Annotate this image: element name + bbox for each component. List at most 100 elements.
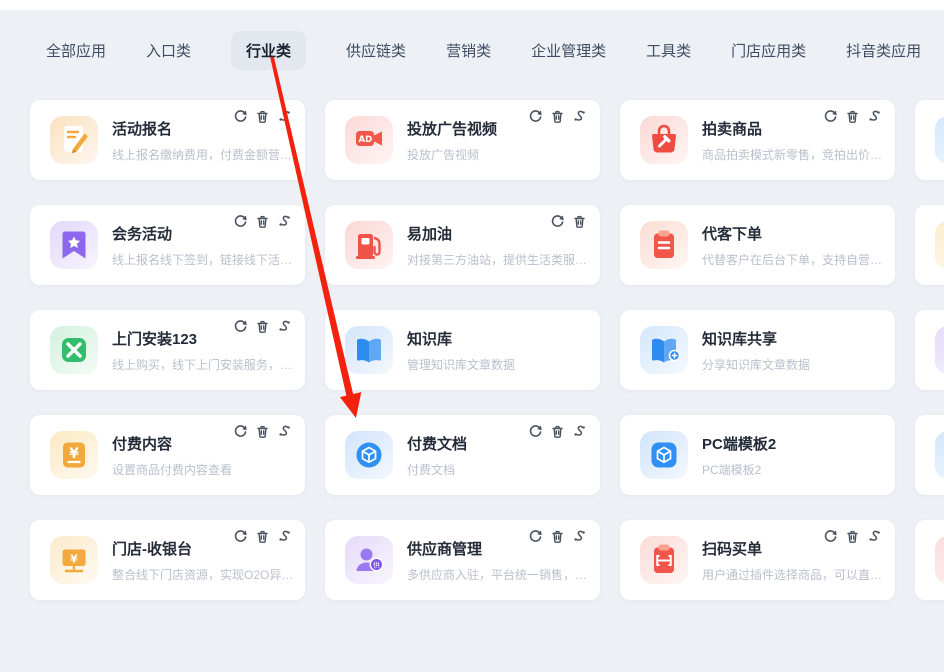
app-card-partial[interactable]: [915, 205, 944, 285]
app-card-title: PC端模板2: [702, 433, 776, 454]
app-card-desc: 设置商品付费内容查看: [112, 461, 232, 478]
app-card[interactable]: 拍卖商品商品拍卖模式新零售，竞拍出价得...: [620, 100, 895, 180]
link-icon[interactable]: [277, 424, 292, 439]
svg-text:AD: AD: [359, 135, 373, 145]
trash-icon[interactable]: [255, 424, 270, 439]
refresh-icon[interactable]: [233, 109, 248, 124]
app-card[interactable]: AD投放广告视频投放广告视频: [325, 100, 600, 180]
app-card-desc: 用户通过插件选择商品，可以直接...: [702, 566, 885, 583]
app-card-partial[interactable]: [915, 415, 944, 495]
bookmark-star-icon: [50, 221, 98, 269]
app-card[interactable]: 代客下单代替客户在后台下单，支持自营，...: [620, 205, 895, 285]
tab-5[interactable]: 营销类: [446, 31, 491, 70]
cube-circle-icon: [345, 431, 393, 479]
app-card[interactable]: 付费文档付费文档: [325, 415, 600, 495]
app-icon-tile: [640, 326, 688, 374]
tab-3-active[interactable]: 行业类: [231, 31, 306, 70]
auction-bag-icon: [640, 116, 688, 164]
refresh-icon[interactable]: [528, 109, 543, 124]
trash-icon[interactable]: [845, 529, 860, 544]
app-card-partial[interactable]: [915, 310, 944, 390]
app-card[interactable]: 上门安装123线上购买，线下上门安装服务，核...: [30, 310, 305, 390]
refresh-icon[interactable]: [233, 214, 248, 229]
link-icon[interactable]: [867, 109, 882, 124]
card-action-bar: [233, 319, 292, 334]
svg-text:供: 供: [373, 560, 380, 569]
trash-icon[interactable]: [255, 214, 270, 229]
app-icon-tile: [640, 536, 688, 584]
trash-icon[interactable]: [572, 214, 587, 229]
app-icon-tile: [640, 116, 688, 164]
app-card-title: 付费内容: [112, 433, 232, 454]
app-grid: 活动报名线上报名缴纳费用，付费金额营销...AD投放广告视频投放广告视频拍卖商品…: [30, 100, 944, 600]
app-card-partial[interactable]: [915, 520, 944, 600]
app-card-desc: 付费文档: [407, 461, 467, 478]
app-card[interactable]: 供供应商管理多供应商入驻，平台统一销售，商...: [325, 520, 600, 600]
app-card[interactable]: 知识库管理知识库文章数据: [325, 310, 600, 390]
app-icon-tile: ¥: [50, 536, 98, 584]
app-card-desc: 投放广告视频: [407, 146, 497, 163]
app-icon-tile: [50, 326, 98, 374]
link-icon[interactable]: [277, 214, 292, 229]
tab-9[interactable]: 抖音类应用: [846, 31, 921, 70]
refresh-icon[interactable]: [823, 109, 838, 124]
refresh-icon[interactable]: [233, 319, 248, 334]
top-white-strip: [0, 0, 944, 10]
app-card-desc: 对接第三方油站，提供生活类服务。: [407, 251, 590, 268]
trash-icon[interactable]: [255, 109, 270, 124]
tab-4[interactable]: 供应链类: [346, 31, 406, 70]
link-icon[interactable]: [867, 529, 882, 544]
refresh-icon[interactable]: [528, 529, 543, 544]
app-card-desc: 整合线下门店资源，实现O2O异业...: [112, 566, 295, 583]
tab-6[interactable]: 企业管理类: [531, 31, 606, 70]
app-card[interactable]: ¥ 付费内容设置商品付费内容查看: [30, 415, 305, 495]
app-card[interactable]: 会务活动线上报名线下签到，链接线下活动。: [30, 205, 305, 285]
tab-8[interactable]: 门店应用类: [731, 31, 806, 70]
trash-icon[interactable]: [255, 529, 270, 544]
link-icon[interactable]: [277, 529, 292, 544]
event-signup-icon: [50, 116, 98, 164]
install-tools-icon: [50, 326, 98, 374]
link-icon[interactable]: [277, 109, 292, 124]
app-card-title: 知识库共享: [702, 328, 810, 349]
refresh-icon[interactable]: [233, 529, 248, 544]
link-icon[interactable]: [572, 109, 587, 124]
scan-clipboard-icon: [640, 536, 688, 584]
app-card[interactable]: ¥门店-收银台整合线下门店资源，实现O2O异业...: [30, 520, 305, 600]
app-card[interactable]: 扫码买单用户通过插件选择商品，可以直接...: [620, 520, 895, 600]
app-card[interactable]: 知识库共享分享知识库文章数据: [620, 310, 895, 390]
card-action-bar: [233, 109, 292, 124]
app-card-partial[interactable]: [915, 100, 944, 180]
trash-icon[interactable]: [550, 109, 565, 124]
refresh-icon[interactable]: [823, 529, 838, 544]
card-action-bar: [823, 529, 882, 544]
cashier-icon: ¥: [50, 536, 98, 584]
ad-video-icon: AD: [345, 116, 393, 164]
refresh-icon[interactable]: [233, 424, 248, 439]
trash-icon[interactable]: [845, 109, 860, 124]
app-card-title: 代客下单: [702, 223, 885, 244]
app-card-desc: 商品拍卖模式新零售，竞拍出价得...: [702, 146, 885, 163]
link-icon[interactable]: [572, 529, 587, 544]
trash-icon[interactable]: [255, 319, 270, 334]
refresh-icon[interactable]: [550, 214, 565, 229]
app-card[interactable]: 易加油对接第三方油站，提供生活类服务。: [325, 205, 600, 285]
app-icon-tile: [935, 431, 944, 479]
tab-1[interactable]: 全部应用: [46, 31, 106, 70]
tab-7[interactable]: 工具类: [646, 31, 691, 70]
trash-icon[interactable]: [550, 529, 565, 544]
trash-icon[interactable]: [550, 424, 565, 439]
app-card-desc: PC端模板2: [702, 461, 776, 478]
paid-sign-icon: ¥: [50, 431, 98, 479]
link-icon[interactable]: [572, 424, 587, 439]
app-icon-tile: [935, 221, 944, 269]
tab-2[interactable]: 入口类: [146, 31, 191, 70]
fuel-pump-icon: [345, 221, 393, 269]
app-card-desc: 分享知识库文章数据: [702, 356, 810, 373]
refresh-icon[interactable]: [528, 424, 543, 439]
app-card-desc: 多供应商入驻，平台统一销售，商...: [407, 566, 590, 583]
book-share-icon: [640, 326, 688, 374]
app-card[interactable]: PC端模板2 PC端模板2: [620, 415, 895, 495]
app-card[interactable]: 活动报名线上报名缴纳费用，付费金额营销...: [30, 100, 305, 180]
link-icon[interactable]: [277, 319, 292, 334]
